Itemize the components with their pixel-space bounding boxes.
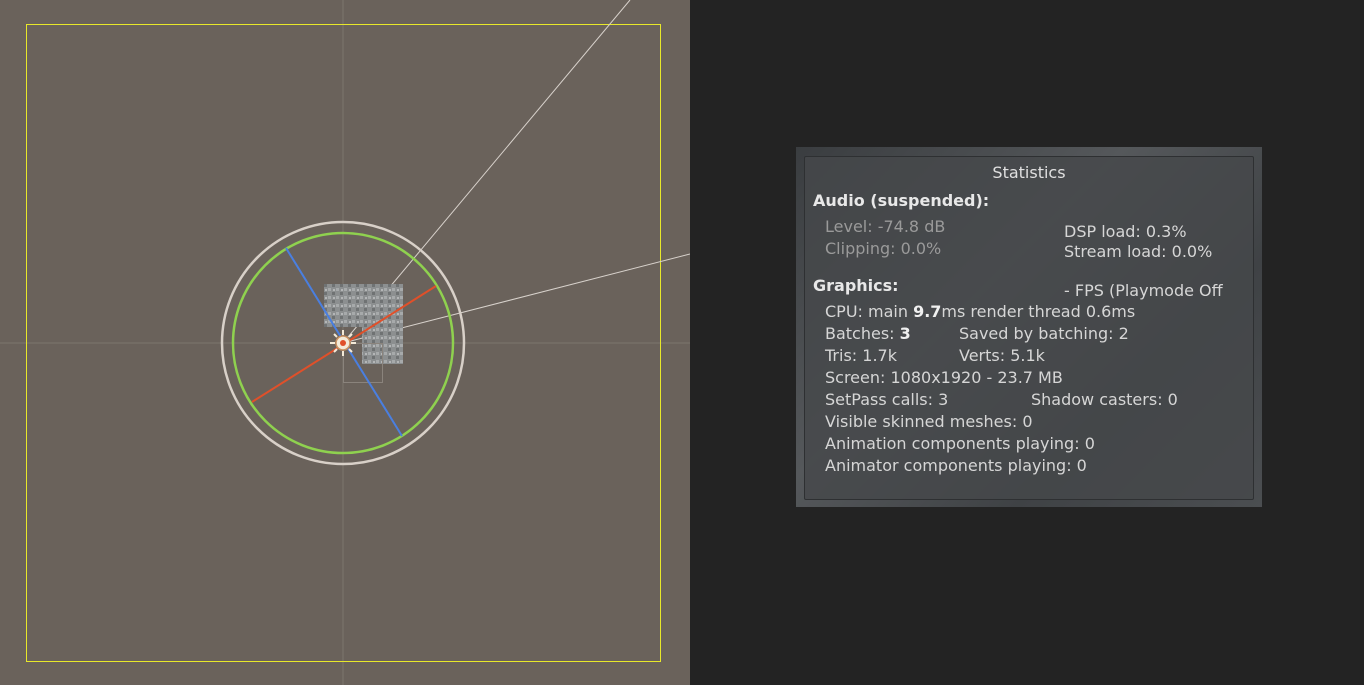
graphics-verts: Verts: 5.1k [959, 346, 1045, 365]
cpu-prefix: CPU: main [825, 302, 914, 321]
graphics-visible-skinned-meshes: Visible skinned meshes: 0 [825, 412, 1033, 431]
audio-clipping: Clipping: 0.0% [825, 239, 942, 258]
audio-dsp-load: DSP load: 0.3% [1064, 222, 1187, 241]
batches-value: 3 [899, 324, 911, 343]
audio-stream-load: Stream load: 0.0% [1064, 242, 1213, 261]
cpu-main-value: 9.7 [913, 302, 942, 321]
graphics-batches: Batches: 3 [825, 324, 911, 344]
audio-header: Audio (suspended): [813, 191, 990, 210]
graphics-saved-by-batching: Saved by batching: 2 [959, 324, 1129, 343]
graphics-animation-components: Animation components playing: 0 [825, 434, 1095, 453]
audio-level: Level: -74.8 dB [825, 217, 946, 236]
graphics-fps: - FPS (Playmode Off [1064, 281, 1223, 300]
cpu-suffix: ms render thread 0.6ms [941, 302, 1136, 321]
graphics-screen: Screen: 1080x1920 - 23.7 MB [825, 368, 1063, 387]
graphics-shadow-casters: Shadow casters: 0 [1031, 390, 1178, 409]
batches-prefix: Batches: [825, 324, 900, 343]
light-icon [330, 330, 356, 356]
statistics-panel: Statistics Audio (suspended): Level: -74… [804, 156, 1254, 500]
graphics-header: Graphics: [813, 276, 899, 295]
scene-gizmos [0, 0, 690, 685]
statistics-title: Statistics [992, 163, 1066, 182]
graphics-animator-components: Animator components playing: 0 [825, 456, 1087, 475]
graphics-cpu: CPU: main 9.7ms render thread 0.6ms [825, 302, 1135, 322]
graphics-setpass-calls: SetPass calls: 3 [825, 390, 949, 409]
scene-view[interactable] [0, 0, 690, 685]
graphics-tris: Tris: 1.7k [825, 346, 897, 365]
